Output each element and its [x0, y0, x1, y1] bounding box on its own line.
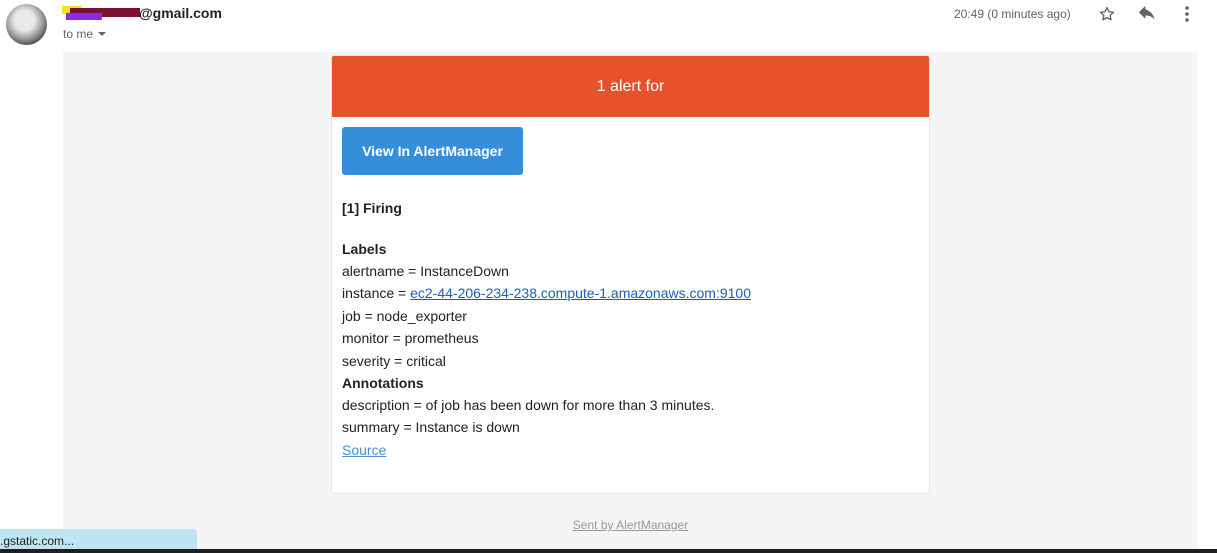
window-bottom-edge [0, 549, 1217, 553]
labels-heading: Labels [342, 241, 387, 257]
source-link[interactable]: Source [342, 442, 386, 458]
alert-content: View In AlertManager [1] Firing Labels a… [332, 117, 929, 461]
more-options-button[interactable] [1177, 4, 1197, 24]
chevron-down-icon [98, 32, 107, 36]
sent-by-alertmanager-link[interactable]: Sent by AlertManager [573, 518, 688, 532]
reply-button[interactable] [1137, 4, 1157, 24]
label-monitor: monitor = prometheus [342, 330, 479, 347]
sender-avatar[interactable] [6, 4, 47, 45]
instance-link[interactable]: ec2-44-206-234-238.compute-1.amazonaws.c… [410, 285, 751, 301]
star-button[interactable] [1097, 4, 1117, 24]
message-timestamp: 20:49 (0 minutes ago) [954, 7, 1071, 21]
reply-icon [1138, 5, 1155, 20]
alert-header: 1 alert for [332, 56, 929, 117]
label-instance: instance = ec2-44-206-234-238.compute-1.… [342, 282, 919, 304]
sender-email-domain: @gmail.com [139, 5, 222, 21]
label-alertname: alertname = InstanceDown [342, 263, 509, 279]
annotations-heading: Annotations [342, 375, 424, 392]
annotation-summary: summary = Instance is down [342, 419, 520, 436]
email-body: 1 alert for View In AlertManager [1] Fir… [63, 52, 1197, 553]
redacted-name [62, 6, 140, 20]
annotation-description: description = of job has been down for m… [342, 397, 715, 414]
footer: Sent by AlertManager [331, 518, 930, 532]
view-in-alertmanager-button[interactable]: View In AlertManager [342, 127, 523, 175]
to-me-label: to me [63, 27, 94, 41]
firing-heading: [1] Firing [342, 200, 402, 216]
email-view: @gmail.com to me 20:49 (0 minutes ago) 1… [0, 0, 1217, 553]
star-icon [1099, 6, 1115, 21]
label-job: job = node_exporter [342, 307, 467, 324]
label-severity: severity = critical [342, 352, 446, 369]
more-vert-icon [1185, 6, 1189, 22]
sender-address[interactable]: @gmail.com [62, 5, 222, 21]
label-instance-prefix: instance = [342, 285, 411, 302]
recipient-dropdown[interactable]: to me [63, 27, 107, 41]
alert-card: 1 alert for View In AlertManager [1] Fir… [331, 55, 930, 494]
